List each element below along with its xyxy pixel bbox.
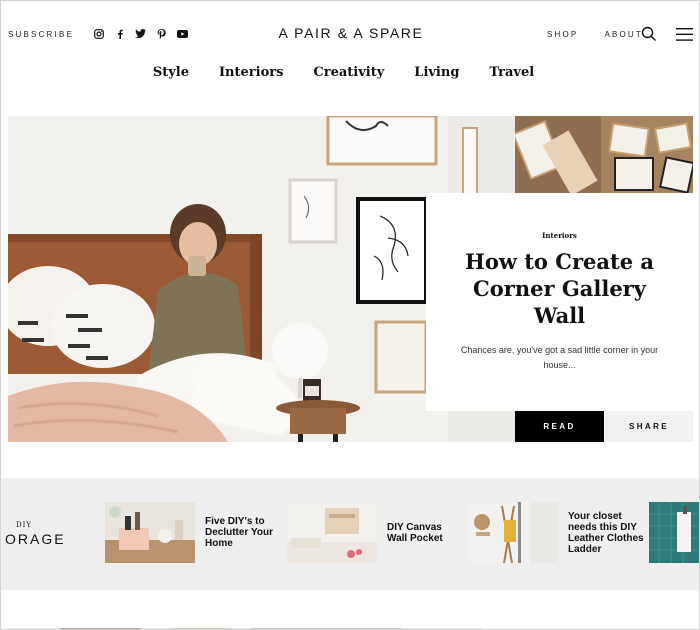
menu-icon[interactable]: [676, 28, 693, 41]
post-title[interactable]: How to Create a Corner Gallery Wall: [456, 248, 663, 329]
strip-item-image[interactable]: [649, 502, 699, 563]
strip-item[interactable]: DIY Canvas Wall Pocket: [287, 502, 463, 563]
category-travel[interactable]: Travel: [489, 65, 534, 80]
category-interiors[interactable]: Interiors: [219, 65, 283, 80]
strip-small-label: DIY: [16, 521, 32, 529]
strip-item[interactable]: Your closet needs this DIY Leather Cloth…: [468, 502, 644, 563]
nav-shop[interactable]: SHOP: [547, 30, 578, 39]
read-button[interactable]: READ: [515, 411, 604, 442]
post-category[interactable]: Interiors: [426, 231, 693, 240]
nav-about[interactable]: ABOUT: [604, 30, 643, 39]
featured-post: Interiors How to Create a Corner Gallery…: [8, 116, 695, 442]
page-frame: SUBSCRIBE A PAIR & A SPARE SHOP ABOUT St…: [0, 0, 700, 630]
search-icon[interactable]: [641, 26, 657, 42]
strip-item-image[interactable]: [468, 502, 558, 563]
post-excerpt: Chances are, you've got a sad little cor…: [460, 345, 659, 370]
site-header: SUBSCRIBE A PAIR & A SPARE SHOP ABOUT: [1, 1, 699, 67]
next-section-preview: [1, 623, 699, 629]
top-nav: SHOP ABOUT: [547, 30, 643, 39]
share-button[interactable]: SHARE: [605, 411, 693, 442]
category-nav: Style Interiors Creativity Living Travel: [1, 65, 699, 80]
strip-item-label[interactable]: DIY Canvas Wall Pocket: [387, 522, 463, 544]
featured-card: Interiors How to Create a Corner Gallery…: [426, 193, 693, 411]
strip-item-image[interactable]: [287, 502, 377, 563]
category-creativity[interactable]: Creativity: [313, 65, 384, 80]
secondary-image[interactable]: [511, 116, 695, 196]
strip-item-image[interactable]: [105, 502, 195, 563]
category-style[interactable]: Style: [153, 65, 189, 80]
strip-item[interactable]: Five DIY's to Declutter Your Home: [105, 502, 281, 563]
category-living[interactable]: Living: [414, 65, 459, 80]
strip-big-label: ORAGE: [5, 531, 66, 547]
strip-item-label[interactable]: Five DIY's to Declutter Your Home: [205, 516, 281, 549]
strip-item-label[interactable]: Your closet needs this DIY Leather Cloth…: [568, 511, 644, 555]
related-strip: DIY ORAGE Five DIY's to Declutter Your H…: [1, 478, 699, 590]
